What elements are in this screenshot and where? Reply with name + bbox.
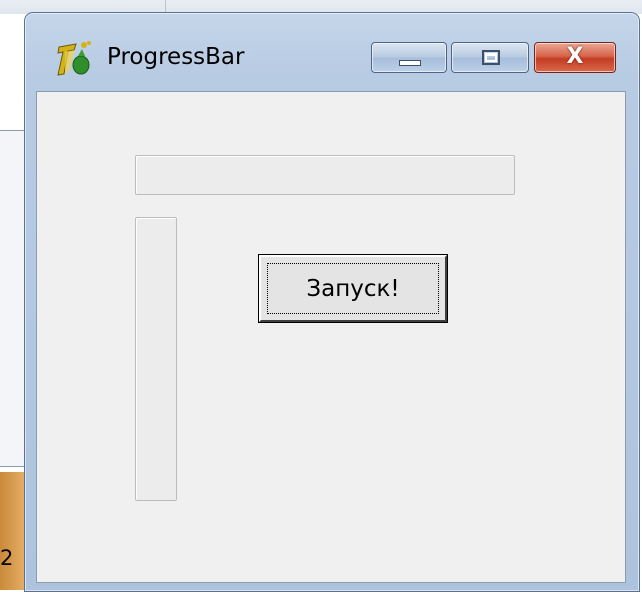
minimize-icon: [399, 60, 421, 66]
background-left-panel: [0, 130, 26, 467]
progress-bar-horizontal: [135, 155, 515, 195]
window-title: ProgressBar: [107, 44, 245, 70]
background-stray-text: 2: [0, 546, 14, 570]
app-window: ProgressBar X Запуск!: [24, 12, 640, 592]
title-bar[interactable]: ProgressBar X: [25, 13, 639, 91]
minimize-button[interactable]: [371, 42, 447, 73]
launch-button[interactable]: Запуск!: [258, 254, 448, 323]
close-button[interactable]: X: [534, 42, 616, 73]
close-icon: X: [566, 44, 584, 69]
progress-bar-vertical: [135, 217, 177, 501]
delphi-app-icon: [57, 41, 91, 76]
launch-button-label: Запуск!: [267, 263, 439, 314]
maximize-icon: [482, 50, 500, 65]
maximize-button[interactable]: [451, 42, 529, 73]
client-area: Запуск!: [36, 91, 626, 583]
